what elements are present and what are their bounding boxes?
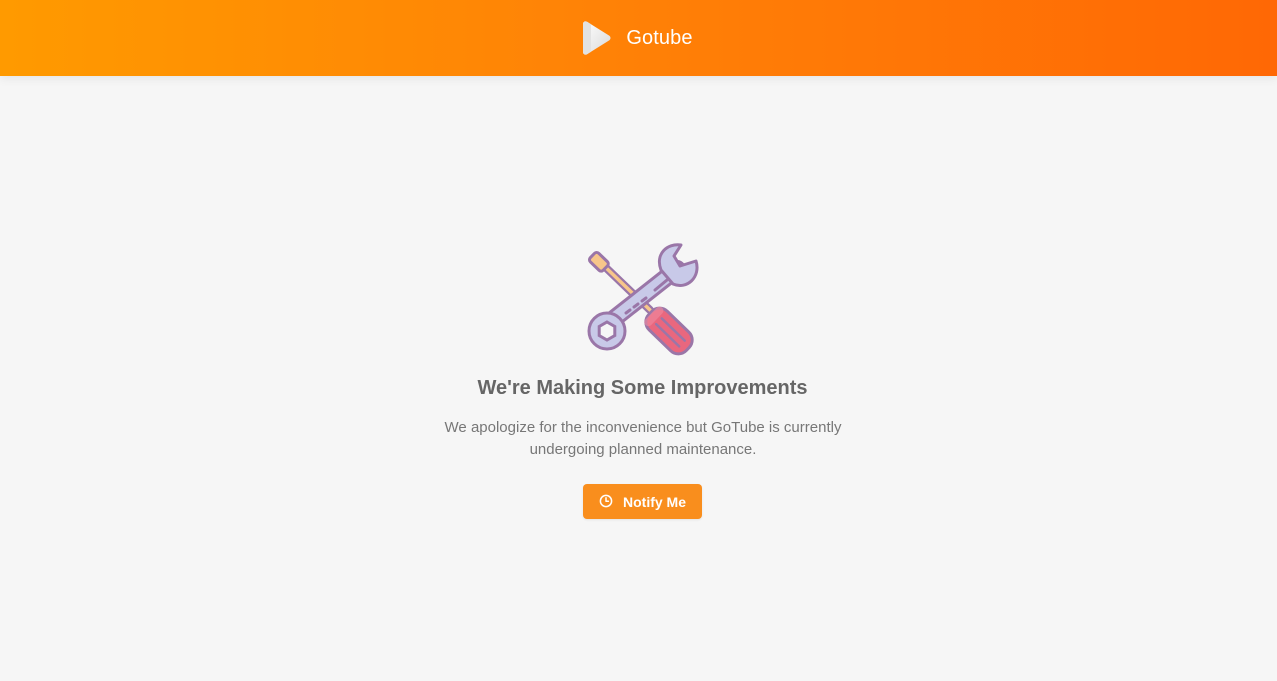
wrench-screwdriver-icon — [587, 243, 699, 356]
play-logo-icon — [583, 21, 611, 55]
brand-name: Gotube — [626, 26, 693, 49]
page-title: We're Making Some Improvements — [477, 377, 808, 399]
notify-me-label: Notify Me — [623, 493, 686, 510]
clock-icon — [599, 494, 613, 507]
maintenance-section: We're Making Some Improvements We apolog… — [0, 76, 1277, 681]
maintenance-message: We apologize for the inconvenience but G… — [444, 419, 842, 458]
brand[interactable]: Gotube — [579, 21, 693, 55]
notify-me-button[interactable]: Notify Me — [583, 484, 702, 519]
top-header: Gotube — [0, 0, 1277, 76]
